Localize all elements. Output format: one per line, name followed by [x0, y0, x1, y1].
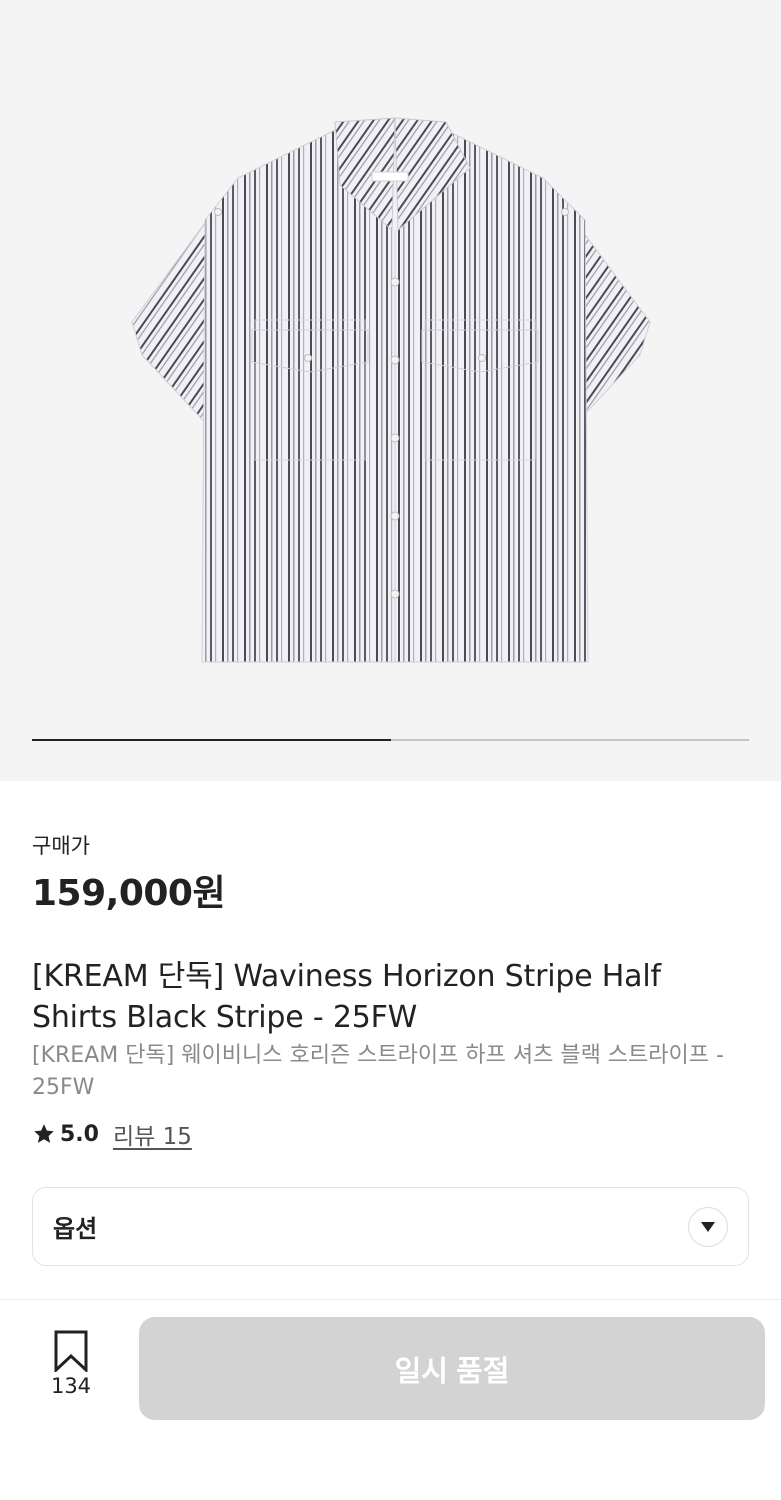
star-icon [34, 1124, 54, 1143]
product-title: [KREAM 단독] Waviness Horizon Stripe Half … [32, 959, 661, 1035]
product-image [131, 117, 651, 663]
option-select[interactable]: 옵션 [32, 1187, 749, 1266]
review-link[interactable]: 리뷰 15 [113, 1117, 192, 1151]
bookmark-button[interactable]: 134 [36, 1330, 106, 1398]
option-label: 옵션 [53, 1215, 98, 1243]
rating-value: 5.0 [60, 1121, 99, 1147]
sold-out-button[interactable]: 일시 품절 [139, 1317, 765, 1420]
product-subtitle: [KREAM 단독] 웨이비니스 호리즌 스트라이프 하프 셔츠 블랙 스트라이… [32, 1043, 724, 1100]
bottom-bar-divider [0, 1299, 781, 1300]
product-image-area[interactable] [0, 0, 781, 781]
price-label: 구매가 [32, 834, 90, 858]
rating-row: 5.0 리뷰 15 [32, 1118, 192, 1150]
bookmark-icon [54, 1330, 88, 1372]
carousel-indicator [32, 739, 749, 741]
price-value: 159,000원 [32, 873, 226, 914]
caret-down-icon[interactable] [688, 1206, 728, 1247]
bookmark-count: 134 [50, 1374, 92, 1398]
carousel-indicator-progress [32, 739, 391, 741]
